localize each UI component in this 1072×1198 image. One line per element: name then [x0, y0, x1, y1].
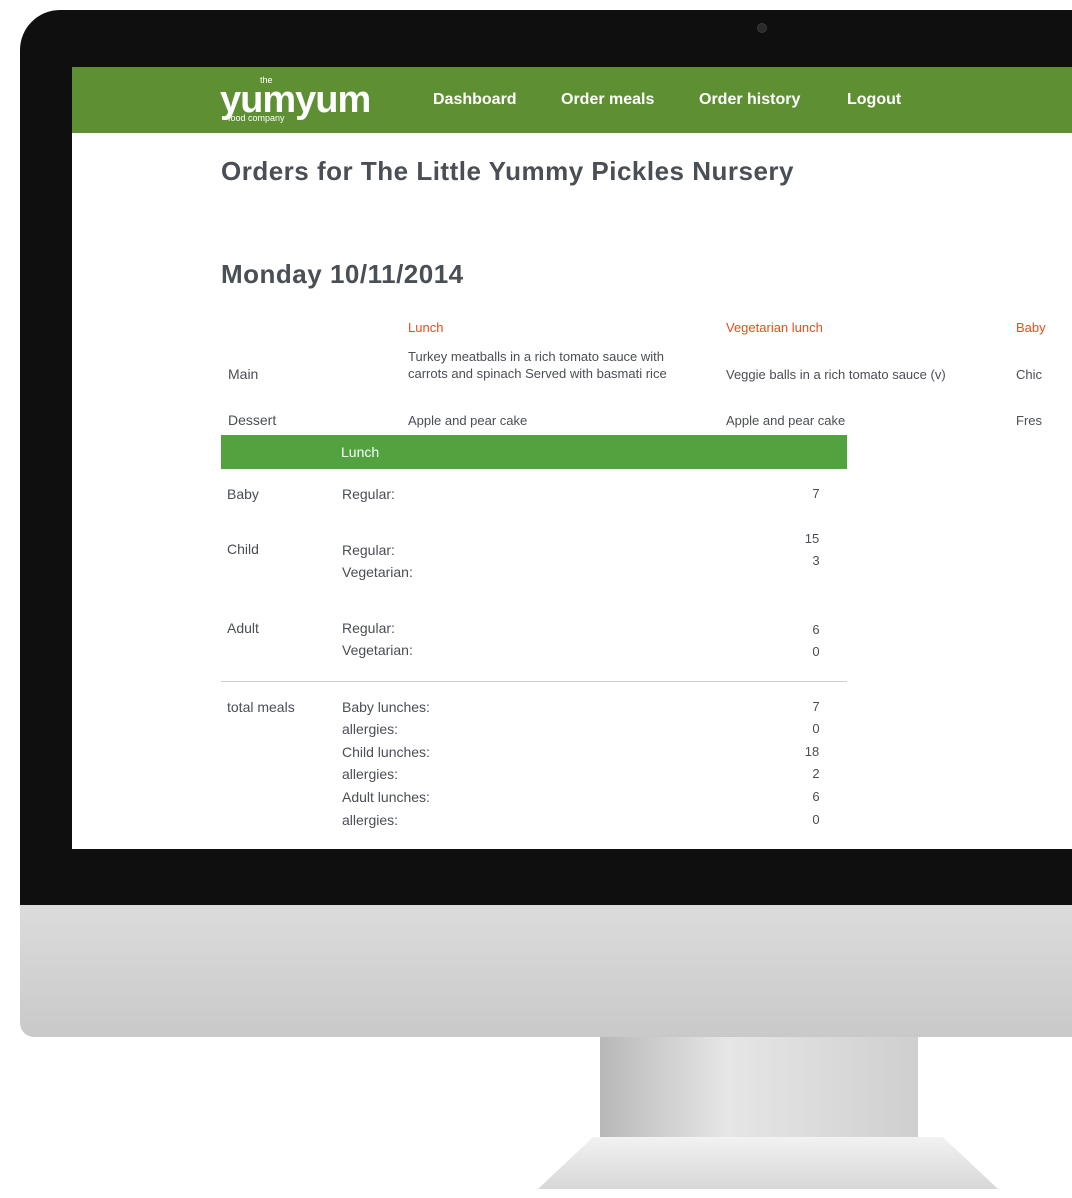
- total-adult-lunches-value: 6: [812, 789, 820, 804]
- group-label-adult: Adult: [227, 620, 259, 636]
- total-child-allergies-label: allergies:: [342, 766, 399, 782]
- menu-row-dessert-label: Dessert: [228, 412, 277, 428]
- total-child-allergies-value: 2: [812, 766, 820, 781]
- nav-order-history[interactable]: Order history: [699, 91, 800, 109]
- adult-vegetarian-label: Vegetarian:: [342, 642, 413, 658]
- adult-regular-value: 6: [812, 622, 820, 637]
- group-label-baby: Baby: [227, 486, 259, 502]
- total-adult-allergies-value: 0: [812, 812, 820, 827]
- total-adult-lunches-label: Adult lunches:: [342, 789, 430, 805]
- menu-main-lunch: Turkey meatballs in a rich tomato sauce …: [408, 349, 667, 381]
- monitor-chin: [20, 905, 1072, 1037]
- menu-row-main-label: Main: [228, 366, 259, 382]
- menu-dessert-baby: Fres: [1016, 413, 1042, 428]
- monitor-stand-neck: [600, 1037, 918, 1137]
- adult-regular-label: Regular:: [342, 620, 395, 636]
- menu-dessert-vegetarian: Apple and pear cake: [726, 413, 846, 428]
- menu-main-vegetarian: Veggie balls in a rich tomato sauce (v): [726, 367, 946, 382]
- total-baby-allergies-label: allergies:: [342, 721, 399, 737]
- lunch-section-header: Lunch: [221, 435, 847, 469]
- camera-icon: [757, 23, 767, 33]
- child-vegetarian-label: Vegetarian:: [342, 564, 413, 580]
- totals-divider: [221, 681, 847, 682]
- total-baby-allergies-value: 0: [812, 721, 820, 736]
- baby-regular-label: Regular:: [342, 486, 395, 502]
- group-label-child: Child: [227, 541, 259, 557]
- nav-dashboard[interactable]: Dashboard: [433, 91, 517, 109]
- total-child-lunches-value: 18: [804, 744, 820, 759]
- menu-dessert-lunch: Apple and pear cake: [408, 413, 528, 428]
- lunch-section-title: Lunch: [341, 444, 380, 460]
- navbar: the yumyum food company Dashboard Order …: [72, 67, 1072, 133]
- nav-logout[interactable]: Logout: [847, 91, 901, 109]
- logo[interactable]: the yumyum food company: [220, 75, 405, 127]
- total-baby-lunches-label: Baby lunches:: [342, 699, 430, 715]
- baby-regular-value: 7: [812, 486, 820, 501]
- nav-order-meals[interactable]: Order meals: [561, 91, 654, 109]
- adult-vegetarian-value: 0: [812, 644, 820, 659]
- monitor-stand-base: [538, 1137, 998, 1189]
- total-adult-allergies-label: allergies:: [342, 812, 399, 828]
- child-regular-label: Regular:: [342, 542, 395, 558]
- page-title: Orders for The Little Yummy Pickles Nurs…: [221, 156, 795, 186]
- total-baby-lunches-value: 7: [812, 699, 820, 714]
- menu-col-lunch: Lunch: [408, 320, 444, 335]
- total-child-lunches-label: Child lunches:: [342, 744, 430, 760]
- date-heading: Monday 10/11/2014: [221, 259, 464, 289]
- menu-col-baby: Baby: [1016, 320, 1046, 335]
- child-regular-value: 15: [804, 531, 820, 546]
- screen: the yumyum food company Dashboard Order …: [72, 67, 1072, 849]
- menu-col-vegetarian: Vegetarian lunch: [726, 320, 823, 335]
- totals-label: total meals: [227, 699, 295, 715]
- child-vegetarian-value: 3: [812, 553, 820, 568]
- logo-subtitle: food company: [228, 113, 285, 123]
- menu-main-baby: Chic: [1016, 367, 1043, 382]
